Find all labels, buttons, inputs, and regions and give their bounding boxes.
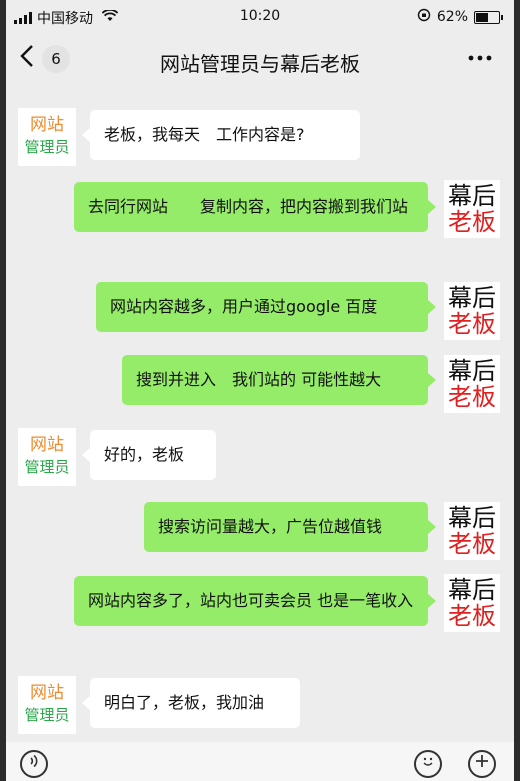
- avatar-text: 网站: [30, 115, 64, 135]
- voice-icon[interactable]: [20, 750, 48, 778]
- avatar[interactable]: 网站 管理员: [18, 676, 76, 734]
- avatar[interactable]: 网站 管理员: [18, 428, 76, 486]
- avatar-text: 老板: [448, 383, 496, 411]
- avatar-text: 管理员: [24, 138, 70, 156]
- plus-icon[interactable]: [468, 750, 496, 778]
- avatar-text: 管理员: [24, 706, 70, 724]
- avatar-text: 网站: [30, 683, 64, 703]
- chat-header: 6 网站管理员与幕后老板: [6, 34, 514, 86]
- avatar-text: 幕后: [448, 357, 496, 385]
- avatar[interactable]: 幕后 老板: [444, 574, 500, 632]
- avatar[interactable]: 幕后 老板: [444, 282, 500, 340]
- avatar-text: 老板: [448, 310, 496, 338]
- avatar-text: 老板: [448, 602, 496, 630]
- message-bubble[interactable]: 网站内容多了，站内也可卖会员 也是一笔收入: [74, 576, 436, 626]
- phone-screen: 中国移动 10:20 62% 6 网站管理员与幕后老板 网站 管理员 老板，我每…: [6, 0, 514, 781]
- emoji-icon[interactable]: [414, 750, 442, 778]
- chat-title: 网站管理员与幕后老板: [160, 52, 360, 76]
- avatar-text: 幕后: [448, 284, 496, 312]
- input-toolbar: [6, 742, 514, 781]
- message-bubble[interactable]: 好的，老板: [82, 430, 216, 480]
- avatar-text: 老板: [448, 208, 496, 236]
- avatar-text: 幕后: [448, 504, 496, 532]
- status-right: 62%: [417, 8, 503, 26]
- lock-rotation-icon: [417, 8, 431, 26]
- avatar[interactable]: 幕后 老板: [444, 180, 500, 238]
- message-bubble[interactable]: 搜到并进入 我们站的 可能性越大: [122, 355, 436, 405]
- avatar[interactable]: 幕后 老板: [444, 355, 500, 413]
- message-bubble[interactable]: 老板，我每天 工作内容是?: [82, 110, 360, 160]
- message-bubble[interactable]: 搜索访问量越大，广告位越值钱: [144, 502, 436, 552]
- avatar-text: 网站: [30, 435, 64, 455]
- message-bubble[interactable]: 明白了，老板，我加油: [82, 678, 300, 728]
- avatar-text: 管理员: [24, 458, 70, 476]
- more-icon[interactable]: [466, 44, 494, 78]
- battery-percent: 62%: [436, 9, 468, 25]
- avatar-text: 幕后: [448, 182, 496, 210]
- message-bubble[interactable]: 网站内容越多，用户通过google 百度: [96, 282, 436, 332]
- battery-icon: [474, 10, 503, 24]
- message-bubble[interactable]: 去同行网站 复制内容，把内容搬到我们站: [74, 182, 436, 232]
- status-bar: 中国移动 10:20 62%: [6, 0, 514, 34]
- avatar[interactable]: 网站 管理员: [18, 108, 76, 166]
- avatar-text: 幕后: [448, 576, 496, 604]
- avatar-text: 老板: [448, 530, 496, 558]
- avatar[interactable]: 幕后 老板: [444, 502, 500, 560]
